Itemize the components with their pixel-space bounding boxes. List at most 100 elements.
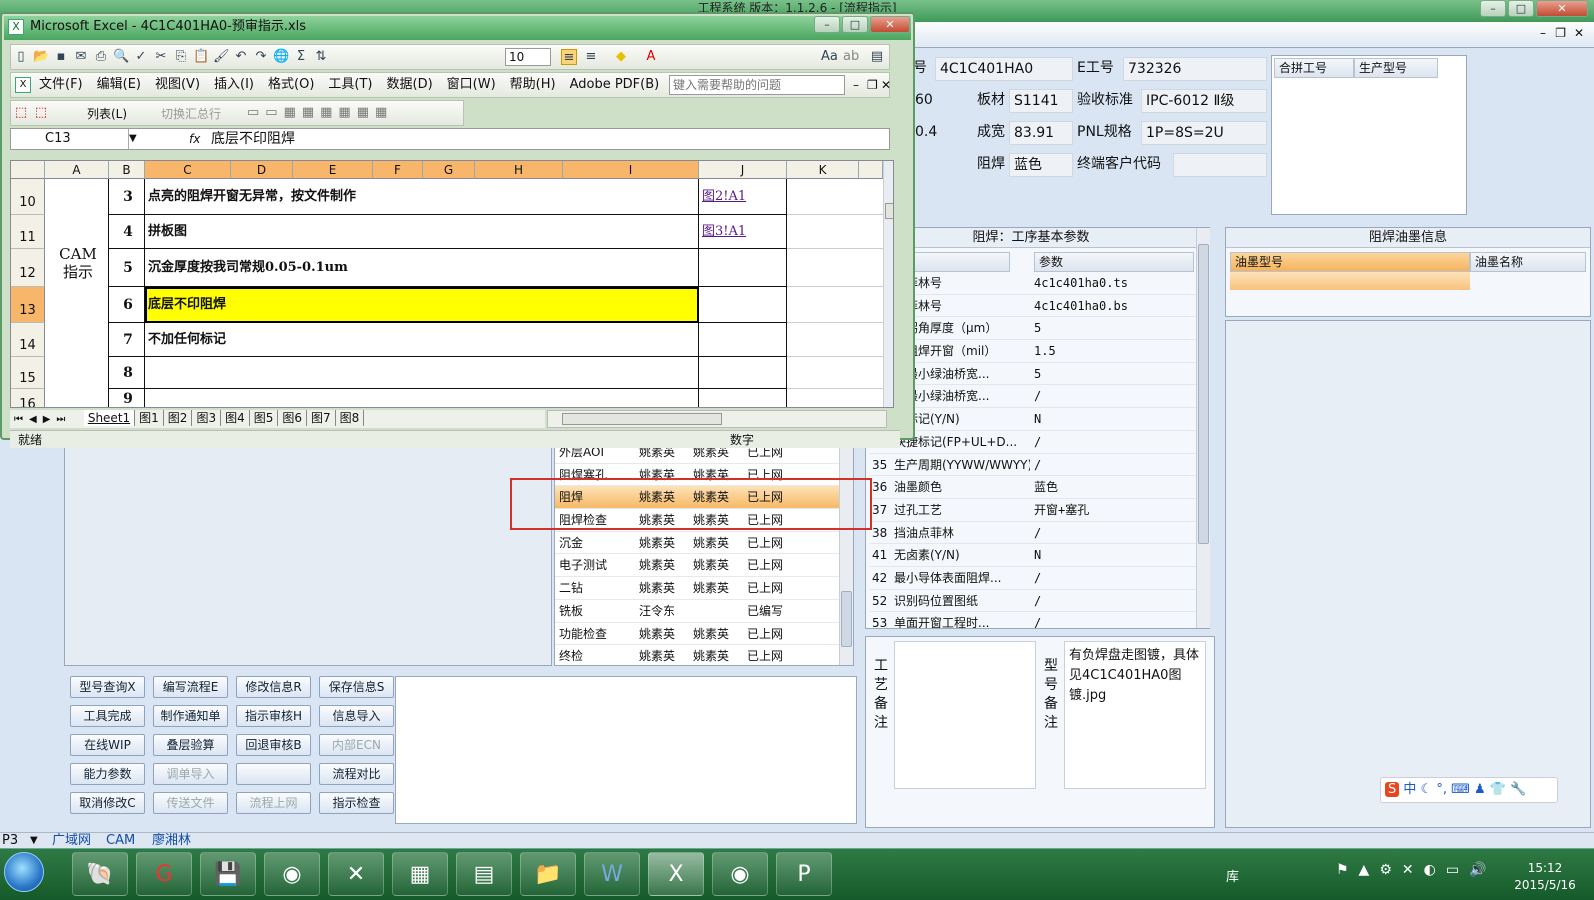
align-center-icon[interactable]: ≡ (583, 49, 599, 65)
name-box-dropdown-icon[interactable]: ▼ (129, 129, 137, 149)
row-header[interactable]: 15 (11, 357, 45, 389)
action-button-3-3[interactable]: 流程对比 (319, 763, 394, 785)
col-header-j[interactable]: J (699, 161, 787, 179)
doc-minimize-icon[interactable]: – (853, 73, 859, 97)
menu-format[interactable]: 格式(O) (268, 73, 314, 97)
f2-field[interactable]: 0.4 (915, 118, 937, 146)
start-button[interactable] (4, 852, 44, 892)
cell-k[interactable] (787, 287, 883, 323)
cell-b[interactable]: 7 (109, 323, 145, 357)
action-button-3-0[interactable]: 能力参数 (70, 763, 145, 785)
flow-scroll-thumb[interactable] (841, 591, 852, 647)
e-field[interactable]: 732326 (1123, 57, 1267, 81)
action-button-1-3[interactable]: 信息导入 (319, 705, 394, 727)
cell-b[interactable]: 6 (109, 287, 145, 323)
merge-col-job[interactable]: 合拼工号 (1274, 58, 1354, 78)
cell-k[interactable] (787, 357, 883, 389)
flow-row[interactable]: 铣板 汪令东 已编写 (555, 600, 839, 623)
cell-b[interactable]: 4 (109, 215, 145, 249)
doc-close-icon[interactable]: ✕ (881, 73, 891, 97)
new-icon[interactable]: ▯ (13, 49, 29, 65)
font-size-select[interactable]: 10 (505, 48, 551, 66)
model-textarea[interactable]: 有负焊盘走图镀，具体见4C1C401HA0图镀.jpg (1064, 641, 1206, 789)
col-header-i[interactable]: I (563, 161, 699, 179)
cell-b[interactable]: 9 (109, 389, 145, 407)
col-header-b[interactable]: B (109, 161, 145, 179)
ink-col-model[interactable]: 油墨型号 (1230, 252, 1470, 272)
param-row[interactable]: 面菲林号 4c1c401ha0.bs (870, 295, 1196, 318)
sort-icon[interactable]: ⇅ (313, 49, 329, 65)
param-row[interactable]: 42 最小导体表面阻焊... / (870, 567, 1196, 590)
flow-scrollbar[interactable] (839, 441, 853, 665)
action-button-4-1[interactable]: 传送文件 (153, 792, 228, 814)
cell-k[interactable] (787, 389, 883, 407)
menu-help[interactable]: 帮助(H) (510, 73, 556, 97)
save-icon[interactable]: ▪ (53, 49, 69, 65)
cell-c[interactable]: 拼板图 (145, 215, 699, 249)
menu-file[interactable]: 文件(F) (39, 73, 83, 97)
taskbar-library[interactable]: 库 (1226, 866, 1239, 885)
cell-j-link[interactable] (699, 389, 787, 407)
doc-restore-icon[interactable]: ❐ (867, 73, 878, 97)
row-header[interactable]: 16 (11, 389, 45, 407)
taskbar-excel-icon[interactable]: X (648, 852, 704, 896)
cell-j-link[interactable] (699, 357, 787, 389)
pnl-field[interactable]: 1P=8S=2U (1141, 121, 1267, 145)
ime-toolbar[interactable]: S 中 ☾ °, ⌨ ♟ 👕 🔧 (1380, 777, 1558, 803)
board-field[interactable]: S1141 (1009, 89, 1073, 113)
cell-b[interactable]: 3 (109, 179, 145, 215)
sheet-hscroll[interactable] (547, 410, 887, 428)
fx-icon[interactable]: fx (189, 129, 200, 149)
status-dropdown-icon[interactable]: ▼ (30, 833, 38, 849)
sheet-tab[interactable]: 图7 (307, 410, 336, 426)
cell-c[interactable]: 底层不印阻焊 (145, 287, 699, 323)
col-header-e[interactable]: E (293, 161, 373, 179)
cell-c[interactable]: 点亮的阻焊开窗无异常，按文件制作 (145, 179, 699, 215)
col-header-f[interactable]: F (373, 161, 423, 179)
flow-row[interactable]: 电子测试 姚素英 姚素英 已上网 (555, 554, 839, 578)
flow-row[interactable]: 功能检查 姚素英 姚素英 已上网 (555, 623, 839, 646)
cell-c[interactable] (145, 389, 699, 407)
param-row[interactable]: 小阻焊开窗（mil） 1.5 (870, 340, 1196, 363)
cell-j-link[interactable] (699, 249, 787, 287)
action-button-2-2[interactable]: 回退审核B (236, 734, 311, 756)
select-all-corner[interactable] (11, 161, 45, 179)
param-row[interactable]: 小拐角厚度（μm） 5 (870, 317, 1196, 341)
mdi-restore-icon[interactable]: ❐ (1555, 26, 1566, 40)
param-row[interactable]: 41 无卤素(Y/N) N (870, 544, 1196, 567)
row-header[interactable]: 12 (11, 249, 45, 287)
taskbar-eye2-icon[interactable]: ◉ (712, 852, 768, 896)
mdi-minimize-icon[interactable]: – (1540, 26, 1546, 40)
col-header-k[interactable]: K (787, 161, 859, 179)
sheet-tab[interactable]: 图1 (135, 410, 164, 426)
status-p3[interactable]: P3 (2, 833, 18, 849)
param-row[interactable]: 52 识别码位置图纸 / (870, 590, 1196, 613)
font-color-icon[interactable]: A (643, 49, 659, 65)
action-button-4-0[interactable]: 取消修改C (70, 792, 145, 814)
cell-b[interactable]: 8 (109, 357, 145, 389)
action-button-2-3[interactable]: 内部ECN (319, 734, 394, 756)
sheet-tab[interactable]: 图4 (221, 410, 250, 426)
row-header[interactable]: 11 (11, 215, 45, 249)
tab-nav-arrows[interactable]: ⏮◀▶⏭ (10, 414, 80, 425)
param-row[interactable]: 面菲林号 4c1c401ha0.ts (870, 272, 1196, 295)
paste-icon[interactable]: 📋 (193, 49, 209, 65)
cell-k[interactable] (787, 249, 883, 287)
mdi-close-icon[interactable]: ✕ (1574, 26, 1584, 40)
col-header-l[interactable] (859, 161, 883, 179)
hyperlink-icon[interactable]: 🌐 (273, 49, 289, 65)
cell-k[interactable] (787, 179, 883, 215)
sheet-tab[interactable]: 图8 (336, 410, 365, 426)
param-row[interactable]: 34快捷标记(FP+UL+D.../ (870, 431, 1196, 454)
sheet-tab[interactable]: Sheet1 (83, 410, 136, 426)
sheet-tab[interactable]: 图2 (164, 410, 193, 426)
flow-row[interactable]: 二钻 姚素英 姚素英 已上网 (555, 577, 839, 600)
action-button-1-2[interactable]: 指示审核H (236, 705, 311, 727)
name-box[interactable]: C13 (11, 129, 129, 149)
align-left-icon[interactable]: ≡ (561, 49, 577, 65)
list-toolbar-icons[interactable]: ▭▭▦▦▦▦▦▦ (247, 105, 393, 120)
menu-window[interactable]: 窗口(W) (447, 73, 496, 97)
fill-color-icon[interactable]: ◆ (613, 49, 629, 65)
taskbar-word-icon[interactable]: W (584, 852, 640, 896)
action-button-0-0[interactable]: 型号查询X (70, 676, 145, 698)
